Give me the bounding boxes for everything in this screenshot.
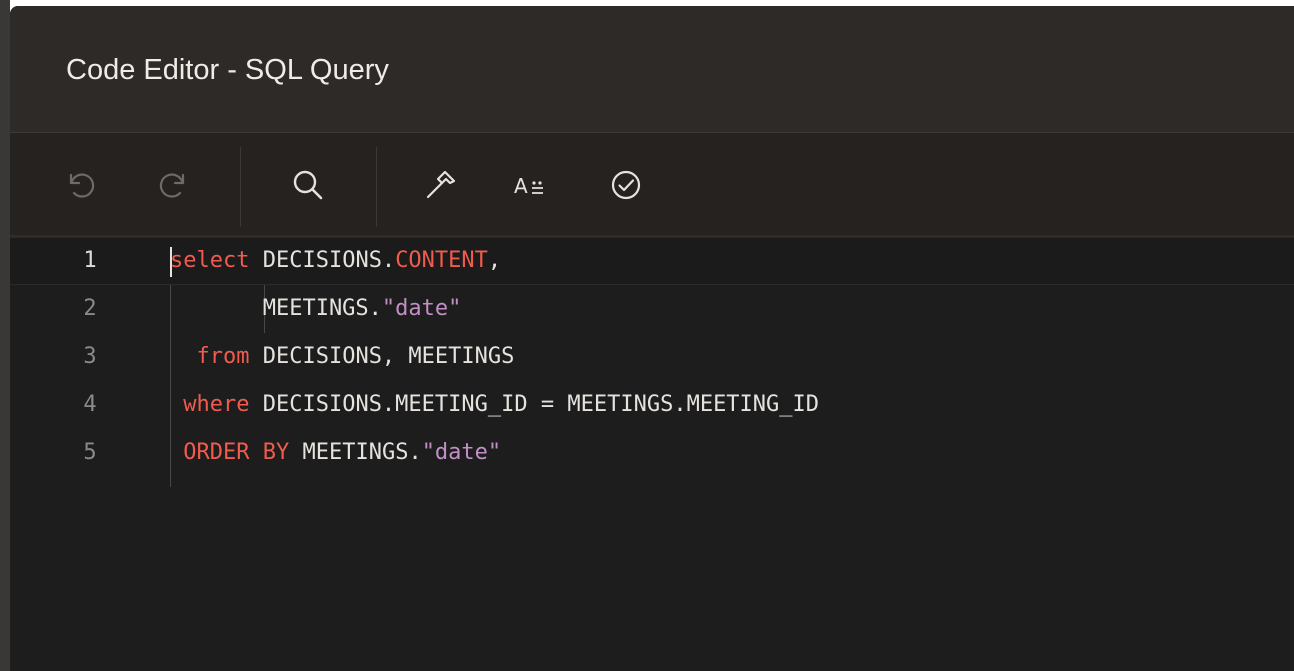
sql-keyword: select: [170, 248, 250, 273]
background-strip: [0, 0, 10, 671]
tools-button[interactable]: [420, 165, 460, 205]
code-line[interactable]: 3 from DECISIONS, MEETINGS: [10, 333, 1294, 381]
undo-icon: [69, 173, 95, 198]
redo-icon: [159, 173, 185, 198]
sql-identifier-quoted: "date": [381, 296, 462, 321]
sql-text: DECISIONS.MEETING_ID = MEETINGS.MEETING_…: [249, 392, 820, 417]
editor-toolbar: A: [10, 133, 1294, 237]
sql-text: MEETINGS.: [289, 440, 422, 465]
dialog-titlebar: Code Editor - SQL Query: [10, 6, 1294, 133]
hammer-icon: [426, 170, 456, 199]
code-area[interactable]: 1 select DECISIONS.CONTENT, 2 MEETINGS."da…: [10, 237, 1294, 671]
text-caret: [170, 247, 172, 277]
line-number: 2: [83, 296, 97, 321]
sql-keyword: BY: [262, 440, 290, 465]
undo-button[interactable]: [60, 165, 100, 205]
redo-button[interactable]: [154, 165, 194, 205]
sql-text: MEETINGS.: [170, 296, 382, 321]
line-number: 5: [83, 440, 97, 465]
search-icon: [293, 170, 323, 200]
validate-button[interactable]: [606, 165, 646, 205]
code-line[interactable]: 5 ORDER BY MEETINGS."date": [10, 429, 1294, 477]
code-text: ORDER BY MEETINGS."date": [170, 429, 501, 477]
sql-text: ,: [487, 248, 502, 273]
sql-keyword: from: [196, 344, 250, 369]
sql-keyword: where: [183, 392, 250, 417]
sql-keyword: ORDER: [183, 440, 250, 465]
sql-identifier-quoted: "date": [421, 440, 502, 465]
code-text: MEETINGS."date": [170, 285, 462, 333]
dialog-title: Code Editor - SQL Query: [66, 54, 389, 86]
code-line[interactable]: 4 where DECISIONS.MEETING_ID = MEETINGS.…: [10, 381, 1294, 429]
toolbar-separator: [240, 147, 241, 227]
sql-text: DECISIONS.: [249, 248, 396, 273]
code-text: select DECISIONS.CONTENT,: [170, 238, 501, 284]
code-editor-dialog: Code Editor - SQL Query A 1 select DECIS…: [10, 6, 1294, 671]
code-text: where DECISIONS.MEETING_ID = MEETINGS.ME…: [170, 381, 819, 429]
line-number: 4: [83, 392, 97, 417]
code-line[interactable]: 2 MEETINGS."date": [10, 285, 1294, 333]
code-text: from DECISIONS, MEETINGS: [170, 333, 515, 381]
svg-text:A: A: [514, 174, 528, 198]
screen: Code Editor - SQL Query A 1 select DECIS…: [0, 0, 1294, 671]
line-number: 1: [83, 248, 97, 273]
toolbar-separator: [376, 147, 377, 227]
format-text-icon: A: [514, 174, 543, 198]
sql-text: DECISIONS, MEETINGS: [249, 344, 515, 369]
search-button[interactable]: [288, 165, 328, 205]
code-line[interactable]: 1 select DECISIONS.CONTENT,: [10, 237, 1294, 285]
sql-keyword: CONTENT: [395, 248, 488, 273]
line-number: 3: [83, 344, 97, 369]
check-circle-icon: [611, 170, 641, 200]
format-button[interactable]: A: [510, 165, 558, 205]
